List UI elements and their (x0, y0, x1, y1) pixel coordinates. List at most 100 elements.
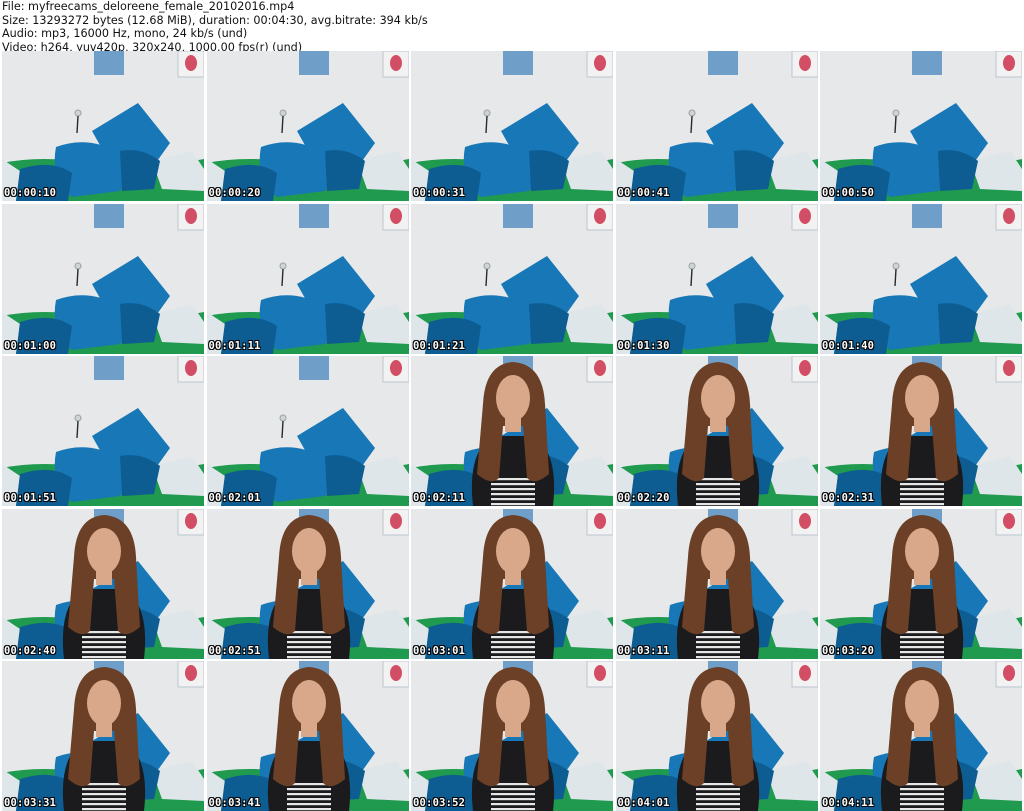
thumbnail-timestamp: 00:03:41 (208, 797, 261, 809)
video-thumbnail[interactable]: 00:01:00 (2, 203, 204, 354)
face (87, 527, 121, 574)
thumbnail-timestamp: 00:02:31 (822, 492, 875, 504)
video-thumbnail[interactable]: 00:00:50 (820, 51, 1022, 201)
video-thumbnail[interactable]: 00:03:41 (206, 661, 409, 811)
shirt-stripe (286, 645, 331, 648)
face (496, 375, 530, 421)
thumbnail-scene (820, 661, 1022, 811)
face (905, 375, 939, 421)
video-thumbnail[interactable]: 00:00:41 (615, 51, 818, 201)
wall-socket (892, 109, 900, 117)
shirt-stripe (491, 793, 535, 796)
poster-left (503, 203, 533, 228)
neck (505, 418, 521, 432)
shirt-stripe (491, 483, 535, 486)
video-thumbnail[interactable]: 00:03:20 (820, 508, 1022, 659)
video-thumbnail[interactable]: 00:01:21 (411, 203, 613, 354)
poster-left (94, 356, 124, 380)
neck (505, 723, 521, 737)
thumbnail-scene (2, 661, 204, 811)
video-thumbnail[interactable]: 00:00:10 (2, 51, 204, 201)
cable (485, 268, 488, 286)
video-thumbnail[interactable]: 00:02:01 (206, 356, 409, 506)
shirt-stripe (491, 640, 535, 643)
wall-socket (74, 262, 82, 269)
video-thumbnail[interactable]: 00:02:51 (206, 508, 409, 659)
shirt-stripe (286, 793, 331, 796)
face (87, 680, 121, 726)
poster-left (707, 51, 738, 75)
shirt-stripe (900, 493, 944, 496)
file-name-line: File: myfreecams_deloreene_female_201020… (2, 0, 295, 13)
thumbnail-scene (411, 203, 613, 354)
video-thumbnail[interactable]: 00:02:40 (2, 508, 204, 659)
neck (914, 570, 930, 585)
thumbnail-scene (206, 203, 409, 354)
video-thumbnail[interactable]: 00:03:52 (411, 661, 613, 811)
strawberry-icon (389, 512, 402, 529)
neck (709, 418, 726, 432)
video-thumbnail[interactable]: 00:03:01 (411, 508, 613, 659)
thumbnail-scene (820, 203, 1022, 354)
cable (894, 115, 897, 134)
neck (96, 723, 112, 737)
shirt-stripe (82, 808, 126, 811)
thumbnail-scene (2, 203, 204, 354)
strawberry-icon (594, 55, 606, 71)
strawberry-icon (389, 55, 402, 71)
video-thumbnail[interactable]: 00:01:30 (615, 203, 818, 354)
strawberry-icon (594, 207, 606, 224)
thumbnail-scene (615, 356, 818, 506)
video-thumbnail[interactable]: 00:02:20 (615, 356, 818, 506)
neck (505, 570, 521, 585)
shirt-stripe (900, 793, 944, 796)
thumbnail-scene (2, 51, 204, 201)
shirt-stripe (695, 635, 740, 638)
strawberry-icon (594, 512, 606, 529)
strawberry-icon (185, 512, 197, 529)
thumbnail-timestamp: 00:01:51 (4, 492, 57, 504)
video-thumbnail[interactable]: 00:00:31 (411, 51, 613, 201)
video-thumbnail[interactable]: 00:00:20 (206, 51, 409, 201)
shirt-stripe (82, 798, 126, 801)
video-thumbnail[interactable]: 00:04:11 (820, 661, 1022, 811)
shirt-stripe (695, 803, 740, 806)
face (905, 527, 939, 574)
video-thumbnail[interactable]: 00:03:11 (615, 508, 818, 659)
thumbnail-scene (411, 508, 613, 659)
strawberry-icon (798, 360, 811, 376)
strawberry-icon (185, 55, 197, 71)
neck (709, 723, 726, 737)
size-duration-line: Size: 13293272 bytes (12.68 MiB), durati… (2, 13, 428, 27)
wall-socket (483, 109, 491, 117)
thumbnail-timestamp: 00:00:50 (822, 187, 875, 199)
wall-socket (892, 262, 900, 269)
shirt-stripe (695, 483, 740, 486)
strawberry-icon (389, 665, 402, 681)
thumbnail-scene (206, 508, 409, 659)
thumbnail-scene (411, 51, 613, 201)
shirt-stripe (695, 655, 740, 658)
shirt-stripe (82, 803, 126, 806)
wall-socket (688, 262, 695, 269)
video-thumbnail[interactable]: 00:03:31 (2, 661, 204, 811)
video-thumbnail[interactable]: 00:02:11 (411, 356, 613, 506)
shirt-stripe (286, 788, 331, 791)
video-thumbnail[interactable]: 00:04:01 (615, 661, 818, 811)
face (700, 375, 735, 421)
face (291, 680, 326, 726)
video-thumbnail[interactable]: 00:01:40 (820, 203, 1022, 354)
strawberry-icon (1003, 55, 1015, 71)
video-thumbnail[interactable]: 00:01:11 (206, 203, 409, 354)
wall-socket (483, 262, 491, 269)
video-thumbnail[interactable]: 00:01:51 (2, 356, 204, 506)
thumbnail-timestamp: 00:00:41 (617, 187, 670, 199)
thumbnail-timestamp: 00:00:20 (208, 187, 261, 199)
thumbnail-scene (820, 356, 1022, 506)
wall-socket (279, 414, 286, 422)
video-thumbnail[interactable]: 00:02:31 (820, 356, 1022, 506)
shirt-stripe (82, 650, 126, 653)
face (700, 680, 735, 726)
shirt-stripe (491, 493, 535, 496)
shirt-stripe (82, 793, 126, 796)
